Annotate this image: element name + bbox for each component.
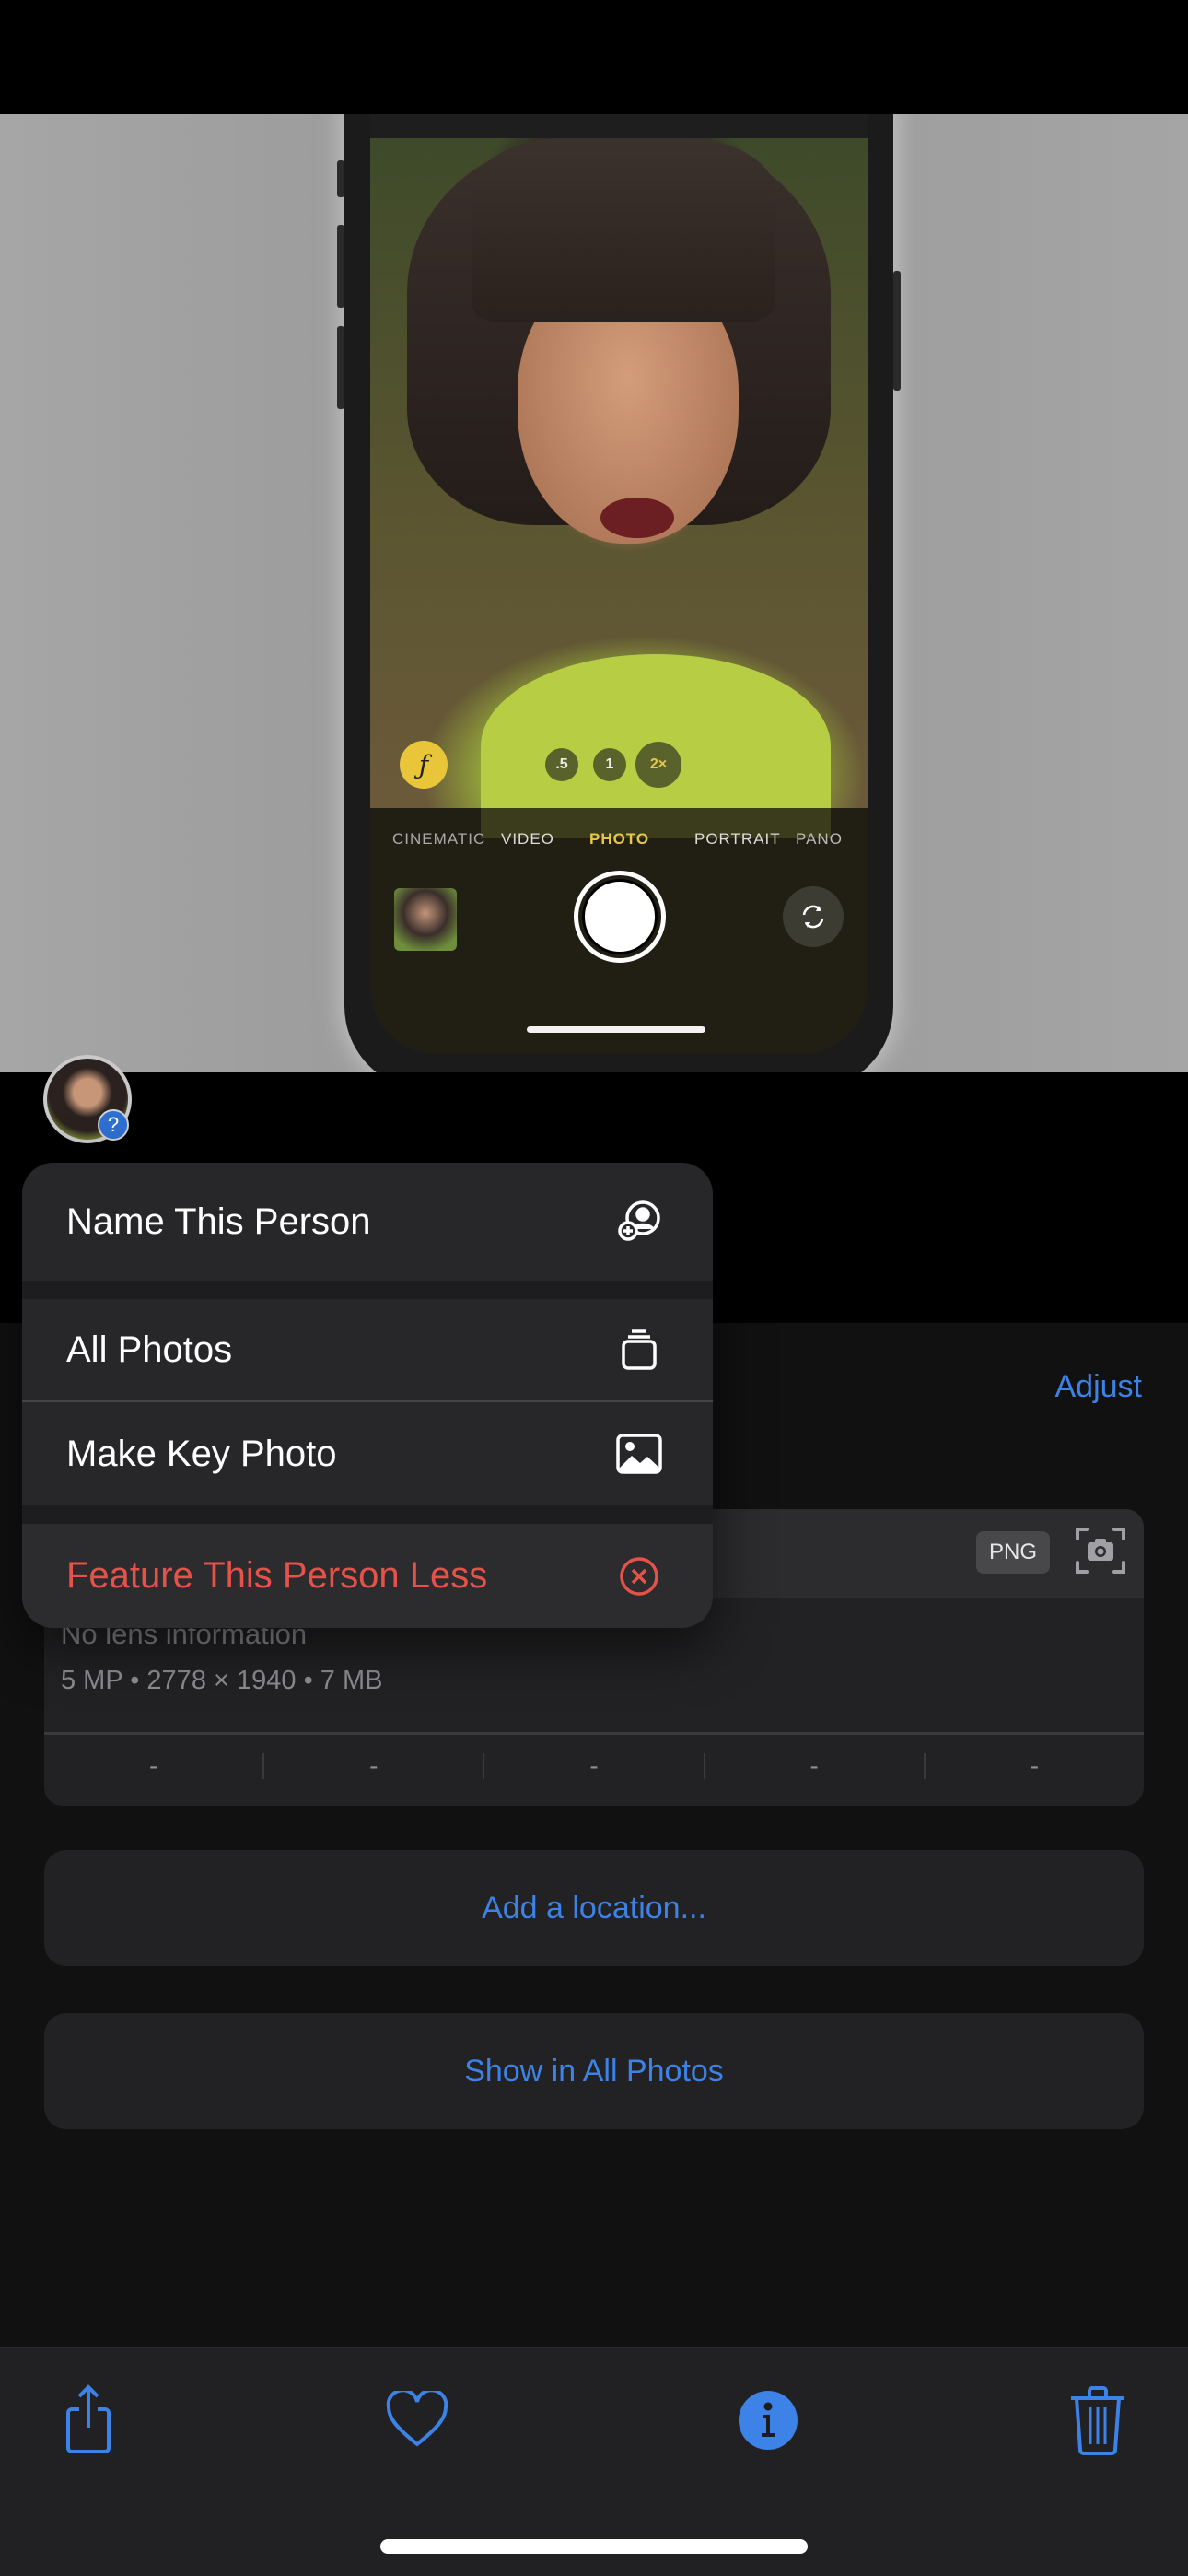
delete-button[interactable] xyxy=(1061,2385,1135,2459)
phone-mockup: ƒ .5 1 2× CINEMATIC VIDEO PHOTO PORTRAIT… xyxy=(337,114,901,1072)
photo-icon xyxy=(615,1430,663,1478)
menu-item-label: Make Key Photo xyxy=(66,1433,337,1474)
photo-viewer[interactable]: ƒ .5 1 2× CINEMATIC VIDEO PHOTO PORTRAIT… xyxy=(0,114,1188,1072)
camera-mode-strip: CINEMATIC VIDEO PHOTO PORTRAIT PANO xyxy=(370,808,868,1054)
menu-item-feature-less[interactable]: Feature This Person Less xyxy=(22,1524,713,1628)
photo-stack-icon xyxy=(615,1326,663,1374)
exif-shutter: - xyxy=(1030,1751,1040,1780)
favorite-button[interactable] xyxy=(380,2385,454,2459)
share-icon xyxy=(59,2383,118,2462)
menu-item-label: All Photos xyxy=(66,1329,233,1370)
aperture-button: ƒ xyxy=(400,741,448,789)
show-in-all-photos-button[interactable]: Show in All Photos xyxy=(44,2013,1144,2129)
camera-viewfinder xyxy=(370,138,868,838)
menu-item-label: Name This Person xyxy=(66,1200,371,1242)
person-context-menu: Name This Person All Photos Make Key Pho… xyxy=(22,1163,713,1628)
screen-top-bar xyxy=(370,114,868,138)
phone-screen: ƒ .5 1 2× CINEMATIC VIDEO PHOTO PORTRAIT… xyxy=(370,114,868,1054)
subject-mouth xyxy=(600,498,674,538)
adjust-button[interactable]: Adjust xyxy=(1055,1369,1143,1405)
add-location-button[interactable]: Add a location... xyxy=(44,1850,1144,1966)
person-add-icon xyxy=(615,1198,663,1246)
last-photo-thumbnail xyxy=(394,888,457,951)
exif-aperture: - xyxy=(705,1751,926,1780)
phone-side-button xyxy=(337,326,344,409)
info-icon xyxy=(737,2389,799,2456)
home-indicator xyxy=(380,2539,808,2554)
trash-icon xyxy=(1067,2385,1128,2460)
heart-icon xyxy=(385,2387,449,2454)
exif-iso: - xyxy=(44,1751,265,1780)
mode-portrait: PORTRAIT xyxy=(694,830,781,848)
image-specs: 5 MP • 2778 × 1940 • 7 MB xyxy=(61,1666,383,1695)
exif-exposure: - xyxy=(484,1751,705,1780)
mode-video: VIDEO xyxy=(501,830,554,848)
status-bar xyxy=(0,0,1188,114)
zoom-level-2x: 2× xyxy=(635,742,681,788)
screenshot-icon xyxy=(1072,1522,1129,1579)
shutter-inner xyxy=(582,879,658,954)
shutter-button xyxy=(574,871,666,963)
share-button[interactable] xyxy=(52,2383,125,2462)
format-badge: PNG xyxy=(975,1531,1050,1574)
x-circle-icon xyxy=(615,1552,663,1600)
unknown-person-badge: ? xyxy=(98,1109,129,1141)
phone-side-button xyxy=(337,225,344,308)
exif-focal-length: - xyxy=(264,1751,485,1780)
flip-camera-icon xyxy=(783,886,844,947)
exif-row: - - - - - xyxy=(44,1732,1144,1806)
phone-home-indicator xyxy=(527,1026,705,1033)
zoom-level-1: 1 xyxy=(593,748,626,781)
mode-photo: PHOTO xyxy=(589,830,650,848)
menu-item-label: Feature This Person Less xyxy=(66,1555,488,1596)
phone-side-button xyxy=(337,160,344,197)
zoom-level-0-5: .5 xyxy=(545,748,578,781)
mode-cinematic: CINEMATIC xyxy=(392,830,486,848)
menu-item-name-this-person[interactable]: Name This Person xyxy=(22,1163,713,1281)
menu-item-all-photos[interactable]: All Photos xyxy=(22,1299,713,1400)
mode-pano: PANO xyxy=(796,830,843,848)
info-button[interactable] xyxy=(731,2385,805,2459)
menu-separator xyxy=(22,1281,713,1299)
phone-side-button xyxy=(893,271,901,391)
menu-item-make-key-photo[interactable]: Make Key Photo xyxy=(22,1402,713,1505)
menu-separator xyxy=(22,1505,713,1524)
subject-bangs xyxy=(472,138,775,322)
